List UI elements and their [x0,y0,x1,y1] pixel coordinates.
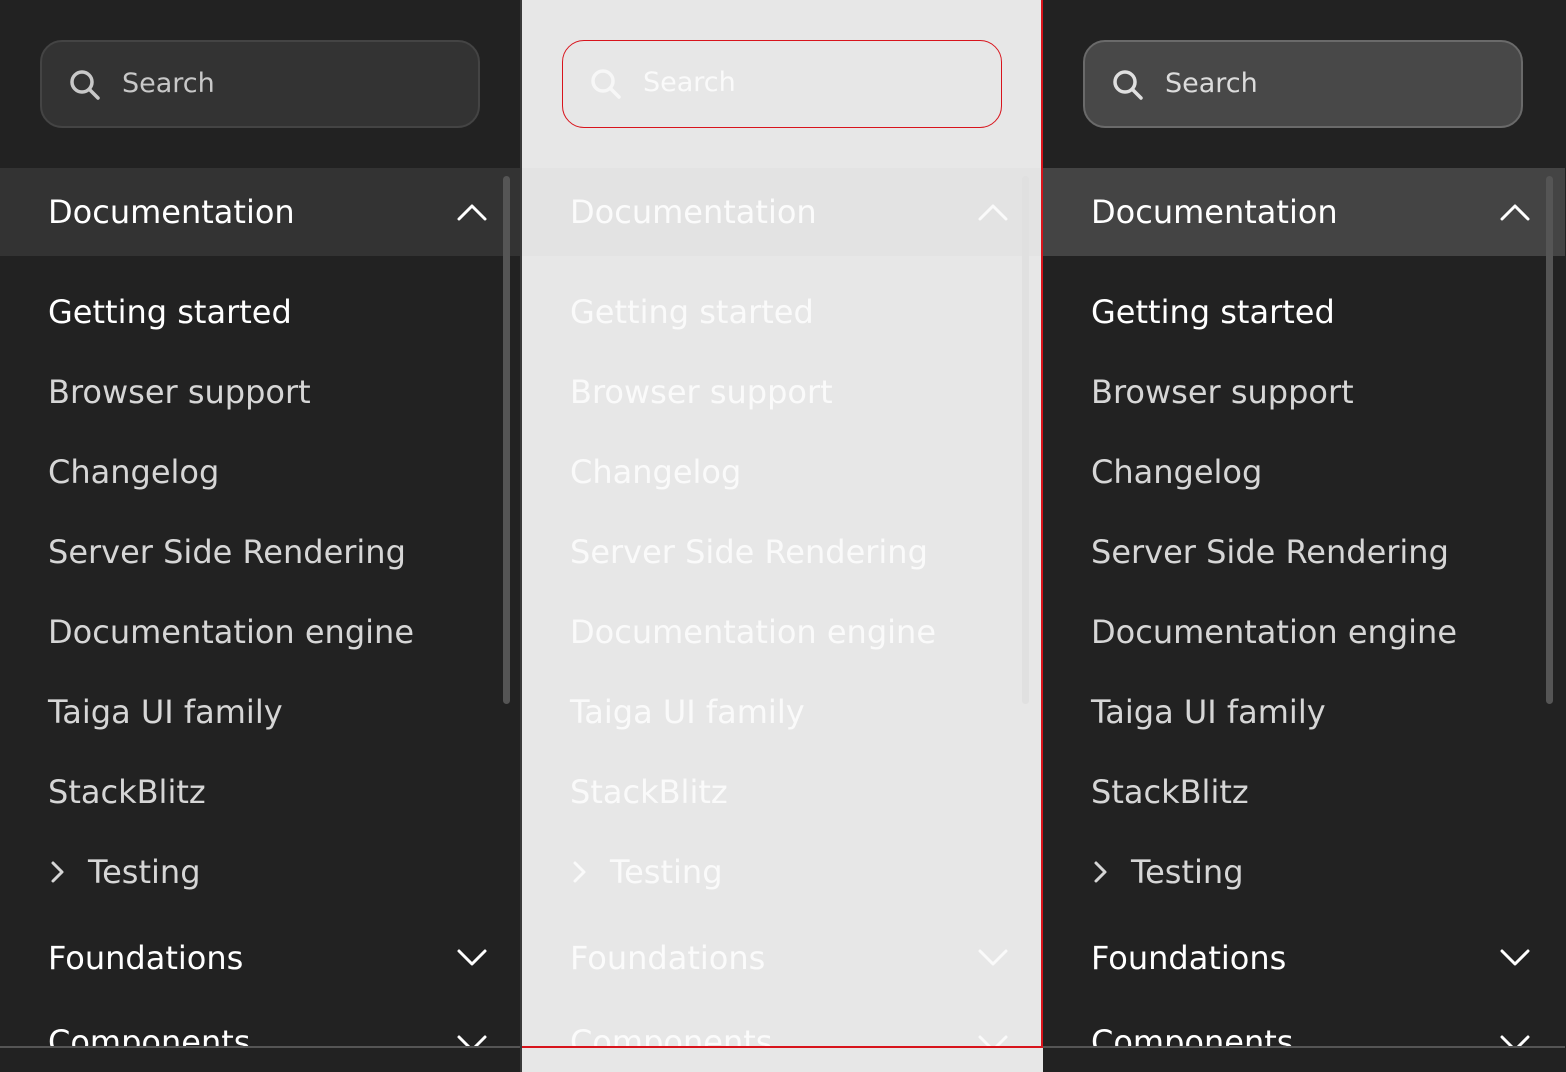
bottom-area [522,1048,1043,1072]
nav-item-stackblitz[interactable]: StackBlitz [570,772,728,812]
nav-item-getting-started[interactable]: Getting started [48,292,292,332]
search-placeholder: Search [122,68,215,99]
nav-item-browser-support[interactable]: Browser support [48,372,311,412]
search-input[interactable]: Search [562,40,1002,128]
nav-item-taiga-ui-family[interactable]: Taiga UI family [48,692,283,732]
scrollbar-thumb[interactable] [503,176,510,704]
chevron-down-icon [978,949,1008,966]
section-title: Documentation [570,193,817,231]
section-title: Documentation [48,193,295,231]
chevron-right-icon [573,861,586,883]
nav-item-testing-label: Testing [610,853,723,891]
chevron-down-icon [1500,949,1530,966]
chevron-up-icon [1500,204,1530,221]
section-documentation-header[interactable]: Documentation [0,168,522,256]
section-documentation-header[interactable]: Documentation [522,168,1043,256]
chevron-up-icon [978,204,1008,221]
search-icon [1113,70,1143,100]
section-foundations[interactable]: Foundations [48,938,243,978]
section-documentation-header[interactable]: Documentation [1043,168,1565,256]
search-placeholder: Search [1165,68,1258,99]
nav-item-testing-label: Testing [88,853,201,891]
nav-item-changelog[interactable]: Changelog [48,452,219,492]
nav-item-ssr[interactable]: Server Side Rendering [570,532,928,572]
bottom-area [0,1048,522,1072]
panel-divider [520,0,522,1072]
scrollbar-thumb[interactable] [1022,176,1029,704]
nav-item-taiga-ui-family[interactable]: Taiga UI family [570,692,805,732]
nav-item-changelog[interactable]: Changelog [1091,452,1262,492]
sidebar-panel-dark-hover: Search Documentation Getting started Bro… [1043,0,1565,1072]
nav-item-testing-label: Testing [1131,853,1244,891]
panel-divider-red [1041,0,1043,1048]
nav-item-taiga-ui-family[interactable]: Taiga UI family [1091,692,1326,732]
chevron-right-icon [51,861,64,883]
sidebar-panel-light: Search Documentation Getting started Bro… [522,0,1043,1072]
search-icon [591,69,621,99]
search-input[interactable]: Search [1083,40,1523,128]
nav-item-documentation-engine[interactable]: Documentation engine [48,612,414,652]
search-placeholder: Search [643,67,736,98]
bottom-area [1043,1048,1565,1072]
section-foundations[interactable]: Foundations [1091,938,1286,978]
nav-item-changelog[interactable]: Changelog [570,452,741,492]
search-icon [70,70,100,100]
nav-item-getting-started[interactable]: Getting started [570,292,814,332]
nav-item-stackblitz[interactable]: StackBlitz [48,772,206,812]
nav-item-stackblitz[interactable]: StackBlitz [1091,772,1249,812]
chevron-right-icon [1094,861,1107,883]
section-title: Documentation [1091,193,1338,231]
section-foundations[interactable]: Foundations [570,938,765,978]
scrollbar-thumb[interactable] [1546,176,1553,704]
chevron-down-icon [457,949,487,966]
nav-item-getting-started[interactable]: Getting started [1091,292,1335,332]
chevron-up-icon [457,204,487,221]
search-input[interactable]: Search [40,40,480,128]
nav-item-documentation-engine[interactable]: Documentation engine [1091,612,1457,652]
nav-item-ssr[interactable]: Server Side Rendering [1091,532,1449,572]
nav-item-browser-support[interactable]: Browser support [1091,372,1354,412]
sidebar-panel-dark: Search Documentation Getting started Bro… [0,0,522,1072]
nav-item-browser-support[interactable]: Browser support [570,372,833,412]
nav-item-documentation-engine[interactable]: Documentation engine [570,612,936,652]
nav-item-ssr[interactable]: Server Side Rendering [48,532,406,572]
